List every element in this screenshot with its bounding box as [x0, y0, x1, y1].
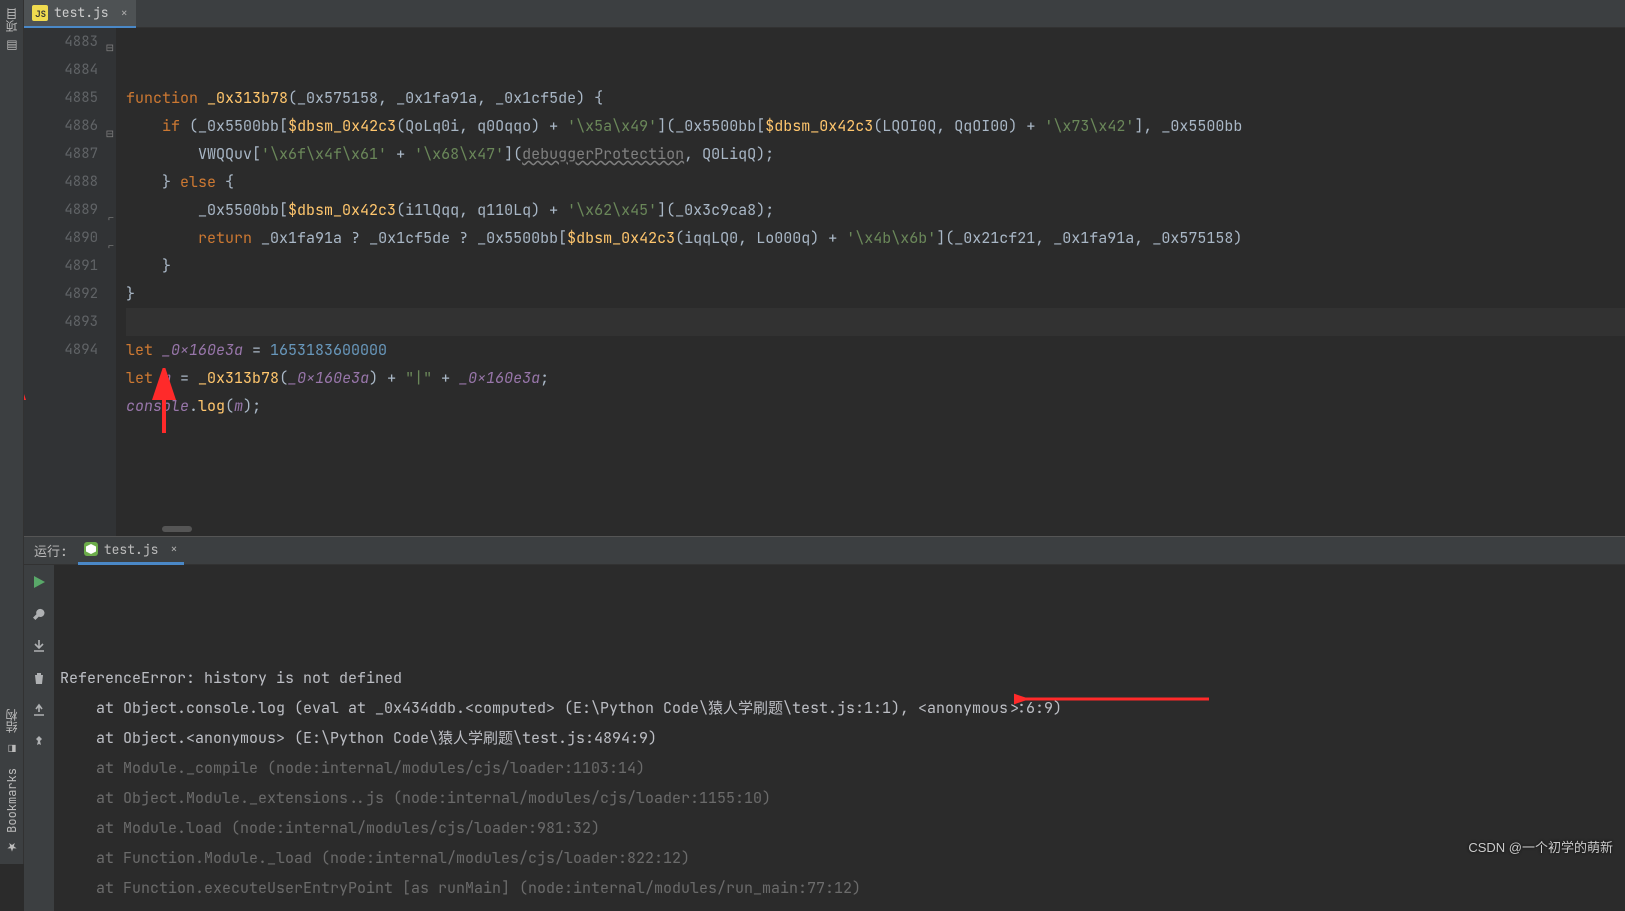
fold-end-marker[interactable]: ⌐	[104, 204, 114, 214]
close-icon[interactable]: ×	[170, 541, 177, 557]
fold-marker[interactable]: ⊟	[104, 34, 114, 44]
download-icon[interactable]	[30, 637, 48, 655]
console-line: at Module._compile (node:internal/module…	[60, 753, 1619, 783]
line-number: 4891	[24, 252, 98, 280]
main-column: JS test.js × ⊟ ⊟ ⌐ ⌐ 4883488448854886488…	[24, 0, 1625, 864]
code-area[interactable]: function _0x313b78(_0x575158, _0x1fa91a,…	[116, 28, 1625, 536]
line-number: 4887	[24, 140, 98, 168]
line-number: 4893	[24, 308, 98, 336]
fold-end-marker[interactable]: ⌐	[104, 232, 114, 242]
fold-marker[interactable]: ⊟	[104, 120, 114, 130]
horizontal-scrollbar-thumb[interactable]	[162, 526, 192, 532]
line-number: 4886	[24, 112, 98, 140]
console-line: at Module.load (node:internal/modules/cj…	[60, 813, 1619, 843]
console-output[interactable]: ReferenceError: history is not defined a…	[54, 565, 1625, 911]
code-line[interactable]: console.log(m);	[126, 392, 1625, 420]
line-number: 4883	[24, 28, 98, 56]
console-line: at Function.executeUserEntryPoint [as ru…	[60, 873, 1619, 903]
line-number: 4892	[24, 280, 98, 308]
file-tab-test-js[interactable]: JS test.js ×	[24, 0, 136, 28]
run-tab-test-js[interactable]: test.js ×	[78, 537, 184, 565]
run-tab-label: test.js	[104, 541, 159, 558]
console-line: at Object.Module._extensions..js (node:i…	[60, 783, 1619, 813]
code-editor[interactable]: ⊟ ⊟ ⌐ ⌐ 48834884488548864887488848894890…	[24, 28, 1625, 536]
close-icon[interactable]: ×	[121, 5, 128, 21]
export-icon[interactable]	[30, 701, 48, 719]
structure-icon: ◧	[4, 740, 20, 756]
code-line[interactable]: VWQQuv['\x6f\x4f\x61' + '\x68\x47'](debu…	[126, 140, 1625, 168]
code-line[interactable]: } else {	[126, 168, 1625, 196]
editor-tab-bar: JS test.js ×	[24, 0, 1625, 28]
project-icon: ▤	[4, 39, 20, 53]
sidebar-tab-project[interactable]: ▤ 项目	[1, 2, 22, 59]
run-toolbar	[24, 565, 54, 911]
code-line[interactable]: }	[126, 280, 1625, 308]
sidebar-tab-bookmarks[interactable]: ★ Bookmarks	[2, 762, 22, 860]
line-number: 4888	[24, 168, 98, 196]
line-number-gutter: ⊟ ⊟ ⌐ ⌐ 48834884488548864887488848894890…	[24, 28, 116, 536]
trash-icon[interactable]	[30, 669, 48, 687]
console-line: at Function.Module._load (node:internal/…	[60, 843, 1619, 873]
sidebar-tab-structure[interactable]: ◧ 结构	[1, 703, 22, 762]
code-line[interactable]: _0x5500bb[$dbsm_0x42c3(i1lQqq, q110Lq) +…	[126, 196, 1625, 224]
run-button[interactable]	[30, 573, 48, 591]
fold-column: ⊟ ⊟ ⌐ ⌐	[102, 28, 116, 536]
sidebar-tab-structure-label: 结构	[4, 709, 20, 733]
pin-icon[interactable]	[30, 733, 48, 751]
bookmark-icon: ★	[4, 840, 20, 854]
annotation-arrow	[924, 659, 1214, 749]
code-line[interactable]: let _0x160e3a = 1653183600000	[126, 336, 1625, 364]
run-panel: 运行: test.js × Referen	[24, 536, 1625, 864]
left-tool-strip: ▤ 项目 ◧ 结构 ★ Bookmarks	[0, 0, 24, 864]
code-line[interactable]: }	[126, 252, 1625, 280]
run-panel-body: ReferenceError: history is not defined a…	[24, 565, 1625, 911]
line-number: 4890	[24, 224, 98, 252]
js-file-icon: JS	[32, 5, 48, 21]
code-line[interactable]: let m = _0x313b78(_0x160e3a) + "|" + _0x…	[126, 364, 1625, 392]
line-number: 4885	[24, 84, 98, 112]
sidebar-tab-project-label: 项目	[4, 8, 20, 32]
code-line[interactable]	[126, 308, 1625, 336]
line-number: 4889	[24, 196, 98, 224]
console-line: at Object.<anonymous> (E:\Python Code\猿人…	[60, 723, 1619, 753]
code-line[interactable]: if (_0x5500bb[$dbsm_0x42c3(QoLq0i, q0Oqq…	[126, 112, 1625, 140]
file-tab-label: test.js	[54, 4, 109, 21]
run-label: 运行:	[34, 541, 68, 560]
nodejs-icon	[84, 542, 98, 556]
line-number: 4894	[24, 336, 98, 364]
code-line[interactable]: return _0x1fa91a ? _0x1cf5de ? _0x5500bb…	[126, 224, 1625, 252]
run-panel-header: 运行: test.js ×	[24, 537, 1625, 565]
console-line: ReferenceError: history is not defined	[60, 663, 1619, 693]
line-number: 4884	[24, 56, 98, 84]
code-line[interactable]: function _0x313b78(_0x575158, _0x1fa91a,…	[126, 84, 1625, 112]
wrench-icon[interactable]	[30, 605, 48, 623]
console-line: at Object.console.log (eval at _0x434ddb…	[60, 693, 1619, 723]
sidebar-tab-bookmarks-label: Bookmarks	[4, 768, 20, 833]
